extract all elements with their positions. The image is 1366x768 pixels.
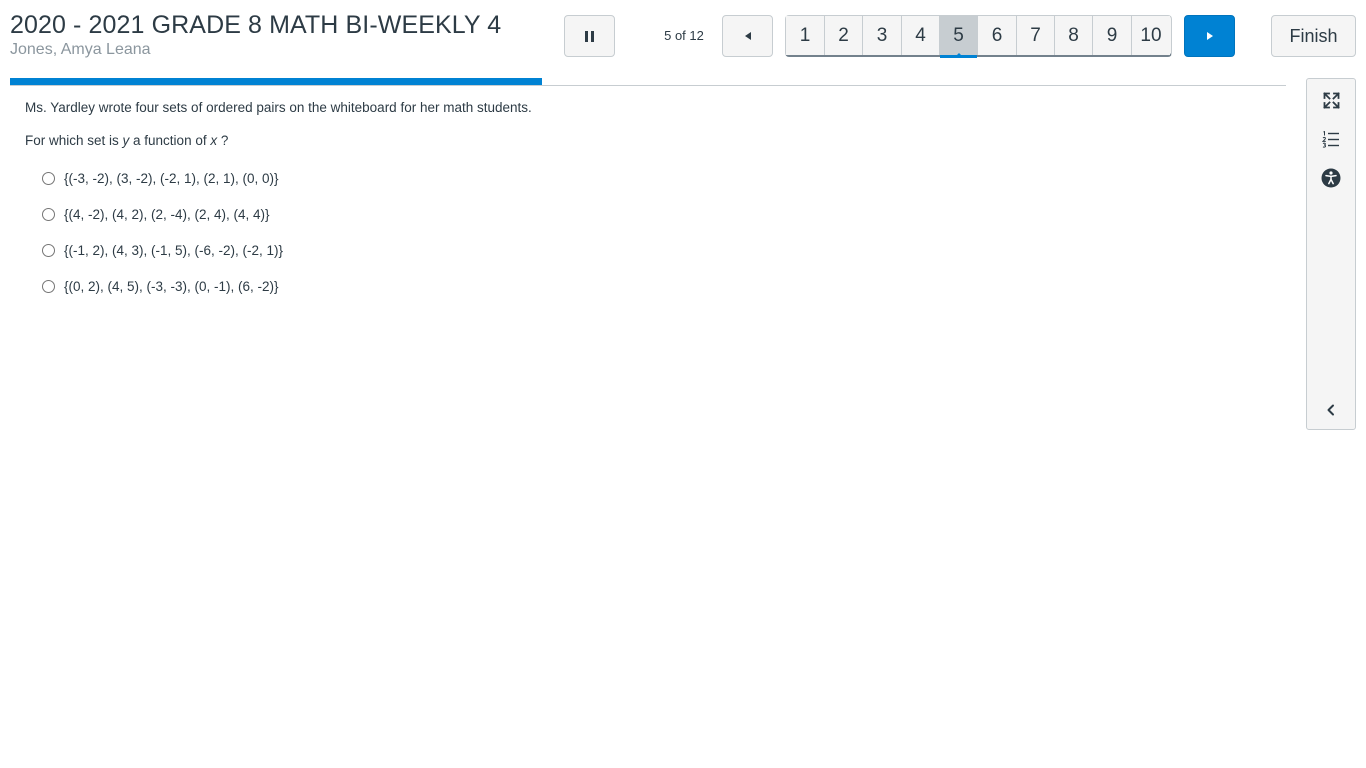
radio-button[interactable]: [42, 279, 55, 293]
answer-choice-2[interactable]: {(4, -2), (4, 2), (2, -4), (2, 4), (4, 4…: [42, 204, 270, 224]
page-button-4[interactable]: 4: [902, 16, 940, 55]
next-question-button[interactable]: [1184, 15, 1235, 57]
page-button-5[interactable]: 5: [940, 16, 978, 58]
page-button-2[interactable]: 2: [825, 16, 863, 55]
page-button-7[interactable]: 7: [1017, 16, 1055, 55]
current-page-pointer: [953, 53, 964, 58]
accessibility-icon[interactable]: [1321, 168, 1341, 188]
page-button-1[interactable]: 1: [786, 16, 825, 55]
stem-prefix: For which set is: [25, 133, 123, 148]
page-button-3[interactable]: 3: [863, 16, 902, 55]
progress-fill: [10, 78, 542, 85]
numbered-list-icon[interactable]: [1321, 129, 1341, 149]
choice-label: {(0, 2), (4, 5), (-3, -3), (0, -1), (6, …: [64, 278, 279, 294]
answer-choice-3[interactable]: {(-1, 2), (4, 3), (-1, 5), (-6, -2), (-2…: [42, 240, 283, 260]
previous-question-button[interactable]: [722, 15, 773, 57]
tools-sidebar: [1306, 78, 1356, 430]
question-pager: 1 2 3 4 5 6 7 8 9 10: [785, 15, 1172, 58]
answer-choice-4[interactable]: {(0, 2), (4, 5), (-3, -3), (0, -1), (6, …: [42, 276, 279, 296]
triangle-left-icon: [744, 32, 751, 40]
stem-mid: a function of: [129, 133, 211, 148]
quiz-title: 2020 - 2021 GRADE 8 MATH BI-WEEKLY 4: [10, 11, 502, 39]
stem-suffix: ?: [217, 133, 229, 148]
chevron-left-icon[interactable]: [1321, 400, 1341, 420]
pause-icon: [585, 30, 594, 42]
expand-icon[interactable]: [1321, 90, 1341, 110]
question-stem-prompt: For which set is y a function of x ?: [25, 131, 228, 151]
question-stem-intro: Ms. Yardley wrote four sets of ordered p…: [25, 100, 532, 115]
page-button-8[interactable]: 8: [1055, 16, 1093, 55]
quiz-header: 2020 - 2021 GRADE 8 MATH BI-WEEKLY 4 Jon…: [0, 0, 1366, 86]
student-name: Jones, Amya Leana: [10, 41, 151, 58]
page-button-10[interactable]: 10: [1132, 16, 1170, 55]
progress-bar: [10, 78, 1286, 86]
finish-button[interactable]: Finish: [1271, 15, 1356, 57]
answer-choice-1[interactable]: {(-3, -2), (3, -2), (-2, 1), (2, 1), (0,…: [42, 168, 279, 188]
triangle-right-icon: [1206, 32, 1213, 40]
choice-label: {(-1, 2), (4, 3), (-1, 5), (-6, -2), (-2…: [64, 242, 284, 258]
radio-button[interactable]: [42, 243, 55, 257]
choice-label: {(-3, -2), (3, -2), (-2, 1), (2, 1), (0,…: [64, 170, 279, 186]
radio-button[interactable]: [42, 207, 55, 221]
page-button-9[interactable]: 9: [1093, 16, 1132, 55]
question-counter: 5 of 12: [664, 28, 704, 43]
choice-label: {(4, -2), (4, 2), (2, -4), (2, 4), (4, 4…: [64, 206, 270, 222]
radio-button[interactable]: [42, 171, 55, 185]
page-button-6[interactable]: 6: [978, 16, 1017, 55]
pause-button[interactable]: [564, 15, 615, 57]
